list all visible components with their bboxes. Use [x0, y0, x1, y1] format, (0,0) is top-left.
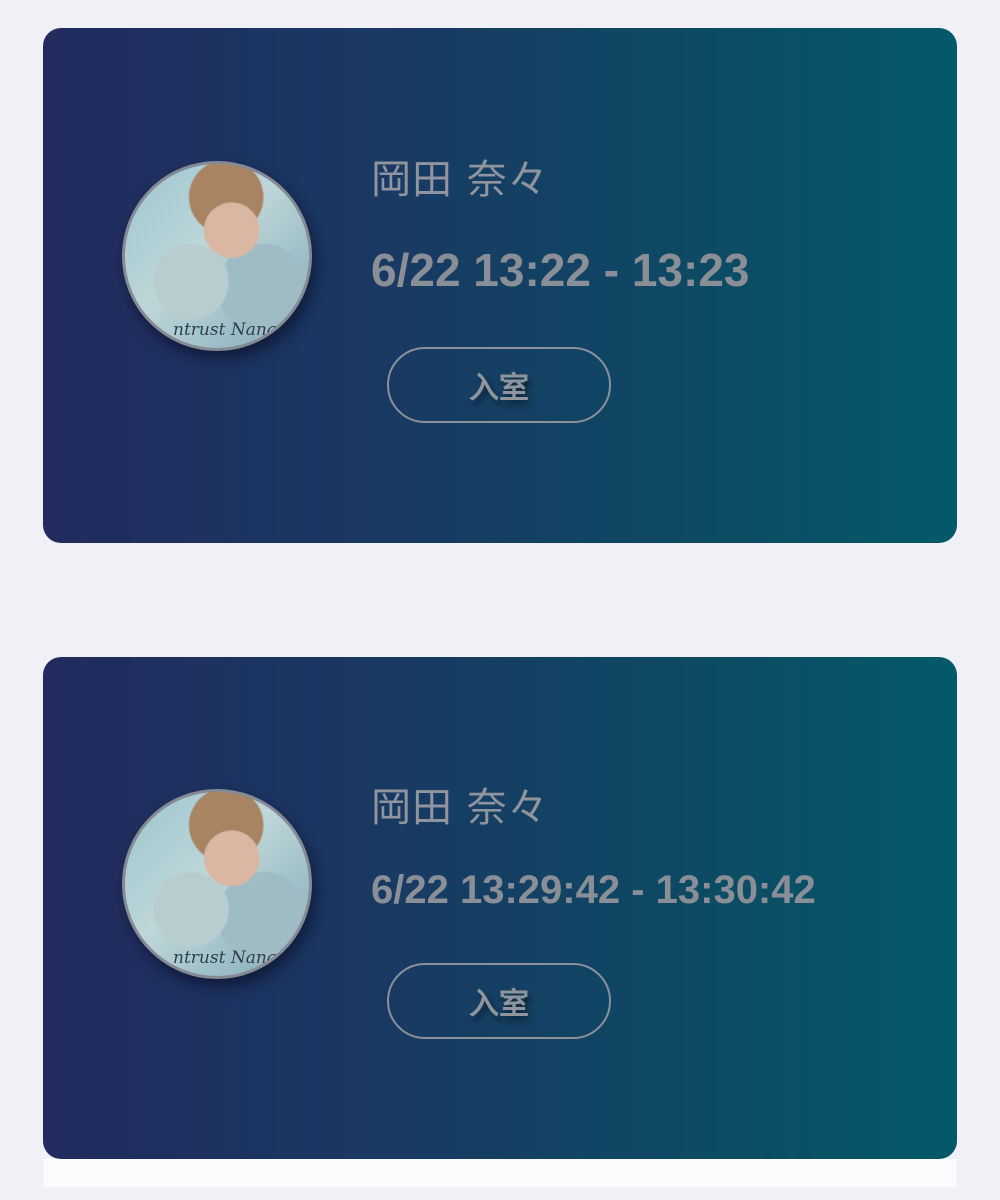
- enter-room-button[interactable]: 入室: [387, 347, 611, 423]
- session-card: ntrust Nana O 岡田 奈々 6/22 13:29:42 - 13:3…: [43, 657, 957, 1159]
- session-time: 6/22 13:22 - 13:23: [371, 244, 750, 296]
- session-card: ntrust Nana O 岡田 奈々 6/22 13:22 - 13:23 入…: [43, 28, 957, 543]
- avatar-caption: ntrust Nana O: [173, 948, 297, 968]
- enter-room-button[interactable]: 入室: [387, 963, 611, 1039]
- avatar: ntrust Nana O: [122, 789, 312, 979]
- bottom-strip: [43, 1159, 957, 1187]
- member-name: 岡田 奈々: [371, 785, 549, 831]
- session-time: 6/22 13:29:42 - 13:30:42: [371, 868, 816, 912]
- avatar-caption: ntrust Nana O: [173, 320, 297, 340]
- avatar: ntrust Nana O: [122, 161, 312, 351]
- member-name: 岡田 奈々: [371, 157, 549, 203]
